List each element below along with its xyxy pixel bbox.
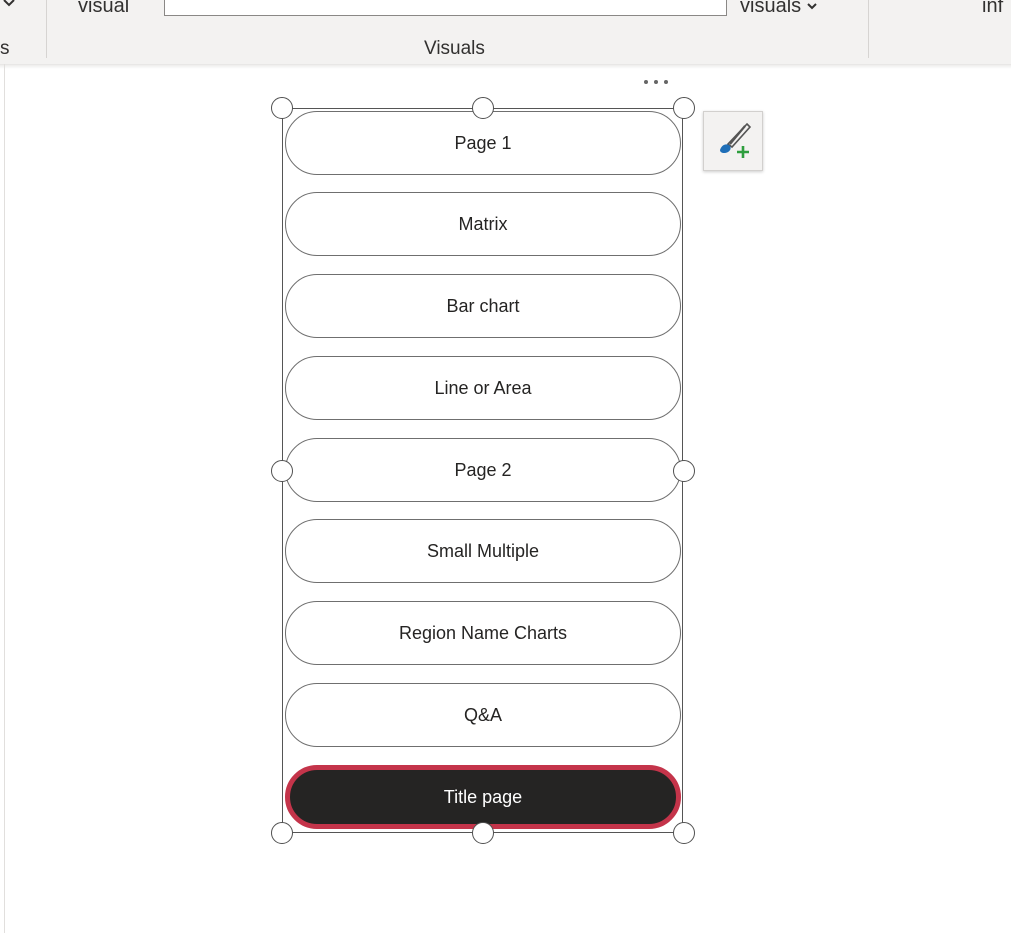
visual-search-button[interactable] — [692, 0, 727, 16]
format-visual-button[interactable] — [703, 111, 763, 171]
canvas-edge — [4, 64, 5, 933]
ribbon-separator — [46, 0, 47, 58]
ribbon-separator — [868, 0, 869, 58]
ribbon-insert-label[interactable]: inf — [982, 0, 1003, 16]
more-options-button[interactable] — [636, 72, 676, 92]
visual-search-input[interactable] — [164, 0, 694, 16]
nav-button-title-page[interactable]: Title page — [285, 765, 681, 829]
resize-handle-top-right[interactable] — [673, 97, 695, 119]
paintbrush-add-icon — [712, 120, 756, 169]
ellipsis-icon — [644, 80, 648, 84]
ribbon-shadow — [0, 64, 1011, 69]
resize-handle-top-left[interactable] — [271, 97, 293, 119]
ribbon-visual-label[interactable]: visual — [78, 0, 129, 16]
nav-button-bar-chart[interactable]: Bar chart — [285, 274, 681, 338]
chevron-down-icon[interactable] — [2, 0, 16, 14]
resize-handle-right[interactable] — [673, 460, 695, 482]
nav-button-small-multiple[interactable]: Small Multiple — [285, 519, 681, 583]
resize-handle-top[interactable] — [472, 97, 494, 119]
visuals-dropdown-label: visuals — [740, 0, 802, 17]
nav-button-region-name-charts[interactable]: Region Name Charts — [285, 601, 681, 665]
ribbon: s visual visuals Visuals inf — [0, 0, 1011, 65]
visuals-dropdown[interactable]: visuals — [740, 0, 818, 17]
ribbon-group-label: Visuals — [424, 38, 485, 59]
resize-handle-bottom-left[interactable] — [271, 822, 293, 844]
nav-button-line-or-area[interactable]: Line or Area — [285, 356, 681, 420]
resize-handle-bottom[interactable] — [472, 822, 494, 844]
nav-button-page-1[interactable]: Page 1 — [285, 111, 681, 175]
nav-button-page-2[interactable]: Page 2 — [285, 438, 681, 502]
resize-handle-bottom-right[interactable] — [673, 822, 695, 844]
ribbon-partial-label: s — [0, 38, 10, 59]
resize-handle-left[interactable] — [271, 460, 293, 482]
nav-button-qa[interactable]: Q&A — [285, 683, 681, 747]
chevron-down-icon — [806, 0, 818, 17]
nav-button-matrix[interactable]: Matrix — [285, 192, 681, 256]
